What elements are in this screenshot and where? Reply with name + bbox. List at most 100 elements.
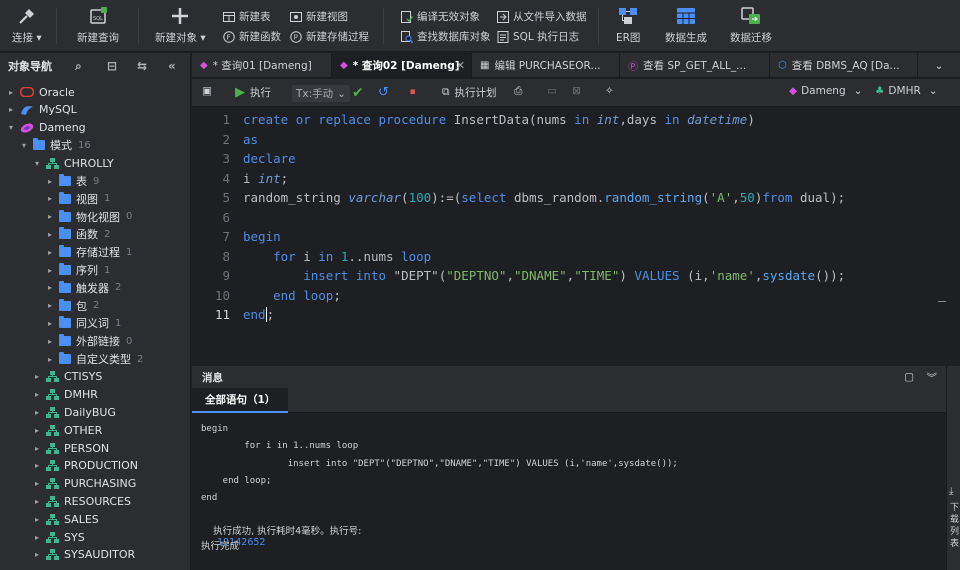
tree-connection-dameng[interactable]: ▾ Dameng	[6, 119, 86, 137]
tree-schema-chrolly[interactable]: ▾ CHROLLY	[32, 154, 114, 172]
chevron-right-icon[interactable]: ▸	[6, 105, 16, 114]
chevron-right-icon[interactable]: ▸	[45, 283, 55, 292]
tab-query01[interactable]: ◆ * 查询01 [Dameng]	[192, 53, 332, 78]
tab-all-statements[interactable]: 全部语句（1）	[192, 388, 289, 413]
tree-schema[interactable]: ▸ DailyBUG	[32, 403, 116, 421]
tree-schema[interactable]: ▸ SALES	[32, 510, 99, 528]
chevron-right-icon[interactable]: ▸	[45, 266, 55, 275]
chevron-right-icon[interactable]: ▸	[32, 426, 42, 435]
tree-folder[interactable]: ▸ 表 9	[45, 172, 99, 190]
new-procedure-button[interactable]: P 新建存储过程	[289, 29, 369, 44]
search-icon[interactable]: ⌕	[75, 59, 82, 74]
chevron-right-icon[interactable]: ▸	[32, 533, 42, 542]
tab-view-dbms-aq[interactable]: ⬡ 查看 DBMS_AQ [Da...	[770, 53, 918, 78]
save-button[interactable]: ▣	[202, 85, 212, 97]
import-from-file-button[interactable]: 从文件导入数据	[496, 9, 587, 24]
chevron-right-icon[interactable]: ▸	[6, 88, 16, 97]
er-diagram-button[interactable]: ER图	[616, 6, 640, 45]
tree-schema[interactable]: ▸ SYS	[32, 528, 85, 546]
tree-schema[interactable]: ▸ SYSAUDITOR	[32, 546, 135, 564]
connection-select[interactable]: ◆ Dameng ⌄	[789, 85, 862, 97]
comment-button[interactable]: ▭	[547, 85, 557, 97]
find-db-object-button[interactable]: 查找数据库对象	[400, 29, 491, 44]
chevron-right-icon[interactable]: ▸	[32, 461, 42, 470]
tree-schema-folder[interactable]: ▾ 模式 16	[19, 136, 91, 154]
data-migrate-button[interactable]: 数据迁移	[730, 6, 772, 45]
chevron-right-icon[interactable]: ▸	[45, 248, 55, 257]
chevron-right-icon[interactable]: ▸	[45, 337, 55, 346]
commit-button[interactable]: ✔	[352, 85, 364, 101]
new-table-button[interactable]: 新建表	[222, 9, 271, 24]
sql-exec-log-button[interactable]: SQL 执行日志	[496, 29, 579, 44]
tree-schema[interactable]: ▸ PURCHASING	[32, 475, 136, 493]
chevron-right-icon[interactable]: ▸	[32, 444, 42, 453]
run-button[interactable]: ▶ 执行	[235, 85, 271, 100]
tree-schema[interactable]: ▸ PERSON	[32, 439, 109, 457]
schema-icon	[46, 424, 64, 436]
chevron-right-icon[interactable]: ▸	[45, 212, 55, 221]
collapse-all-icon[interactable]: ⊟	[107, 59, 117, 73]
collapse-panel-icon[interactable]: «	[168, 59, 176, 73]
new-function-button[interactable]: F 新建函数	[222, 29, 281, 44]
format-button[interactable]: ✧	[605, 85, 614, 97]
tab-edit-purchaseor[interactable]: ▦ 编辑 PURCHASEOR...	[472, 53, 620, 78]
chevron-right-icon[interactable]: ▸	[32, 408, 42, 417]
chevron-right-icon[interactable]: ▸	[45, 230, 55, 239]
tree-connection-oracle[interactable]: ▸ Oracle	[6, 83, 75, 101]
tree-schema[interactable]: ▸ DMHR	[32, 386, 98, 404]
chevron-right-icon[interactable]: ▸	[45, 194, 55, 203]
chevron-right-icon[interactable]: ▸	[45, 177, 55, 186]
chevron-right-icon[interactable]: ▸	[45, 301, 55, 310]
chevron-down-icon[interactable]: ▾	[6, 123, 16, 132]
close-icon[interactable]: ✕	[456, 59, 465, 72]
tree-folder[interactable]: ▸ 函数 2	[45, 225, 110, 243]
tree-folder[interactable]: ▸ 同义词 1	[45, 314, 121, 332]
tab-overflow-button[interactable]: ⌄	[918, 53, 960, 78]
data-generate-button[interactable]: 数据生成	[665, 6, 707, 45]
new-query-button[interactable]: SQL 新建查询	[77, 6, 119, 45]
tree-folder[interactable]: ▸ 序列 1	[45, 261, 110, 279]
filter-icon[interactable]: ⇆	[137, 59, 147, 73]
compile-invalid-button[interactable]: 编译无效对象	[400, 9, 480, 24]
chevron-down-icon[interactable]: ▾	[32, 159, 42, 168]
tx-mode-select[interactable]: Tx:手动 ⌄	[292, 85, 350, 102]
chevron-right-icon[interactable]: ▸	[32, 550, 42, 559]
chevron-right-icon[interactable]: ▸	[32, 372, 42, 381]
schema-select[interactable]: ♣ DMHR ⌄	[875, 85, 938, 97]
chevron-right-icon[interactable]: ▸	[45, 355, 55, 364]
chevron-down-icon[interactable]: ▾	[19, 141, 29, 150]
sql-editor[interactable]: 1 2 3 4 5 6 7 8 9 10 11 create or replace procedur…	[192, 108, 946, 365]
chevron-right-icon[interactable]: ▸	[32, 479, 42, 488]
chevron-right-icon[interactable]: ▸	[45, 319, 55, 328]
tree-schema[interactable]: ▸ RESOURCES	[32, 492, 131, 510]
tree-folder[interactable]: ▸ 包 2	[45, 297, 99, 315]
connect-button[interactable]: 连接 ▾	[12, 6, 42, 45]
tree-folder[interactable]: ▸ 物化视图 0	[45, 208, 132, 226]
tree-folder[interactable]: ▸ 外部链接 0	[45, 332, 132, 350]
chevron-right-icon[interactable]: ▸	[32, 497, 42, 506]
tab-query02[interactable]: ◆ * 查询02 [Dameng] ✕	[332, 53, 472, 78]
tree-folder[interactable]: ▸ 存储过程 1	[45, 243, 132, 261]
download-list-panel[interactable]: ⤓ 下载列表	[946, 366, 960, 570]
tree-schema[interactable]: ▸ OTHER	[32, 421, 102, 439]
procedure-icon: Ⓟ	[628, 62, 638, 73]
new-object-button[interactable]: 新建对象 ▾	[155, 6, 206, 45]
new-view-button[interactable]: 新建视图	[289, 9, 348, 24]
uncomment-button[interactable]: ⊠	[572, 85, 581, 97]
tree-folder[interactable]: ▸ 自定义类型 2	[45, 350, 143, 368]
maximize-icon[interactable]: ▢	[904, 371, 914, 383]
oracle-icon	[20, 87, 39, 97]
collapse-icon[interactable]: ︾	[927, 370, 938, 385]
tree-schema[interactable]: ▸ PRODUCTION	[32, 457, 138, 475]
export-button[interactable]: ⎙	[514, 85, 522, 98]
chevron-right-icon[interactable]: ▸	[32, 390, 42, 399]
tab-view-sp-get-all[interactable]: Ⓟ 查看 SP_GET_ALL_...	[620, 53, 770, 78]
tree-connection-mysql[interactable]: ▸ MySQL	[6, 101, 77, 119]
stop-button[interactable]: ⏹	[410, 85, 416, 99]
tree-schema[interactable]: ▸ CTISYS	[32, 368, 102, 386]
tree-folder[interactable]: ▸ 视图 1	[45, 190, 110, 208]
chevron-right-icon[interactable]: ▸	[32, 515, 42, 524]
rollback-button[interactable]: ↺	[378, 85, 389, 100]
explain-plan-button[interactable]: ⧉ 执行计划	[442, 85, 497, 100]
tree-folder[interactable]: ▸ 触发器 2	[45, 279, 121, 297]
